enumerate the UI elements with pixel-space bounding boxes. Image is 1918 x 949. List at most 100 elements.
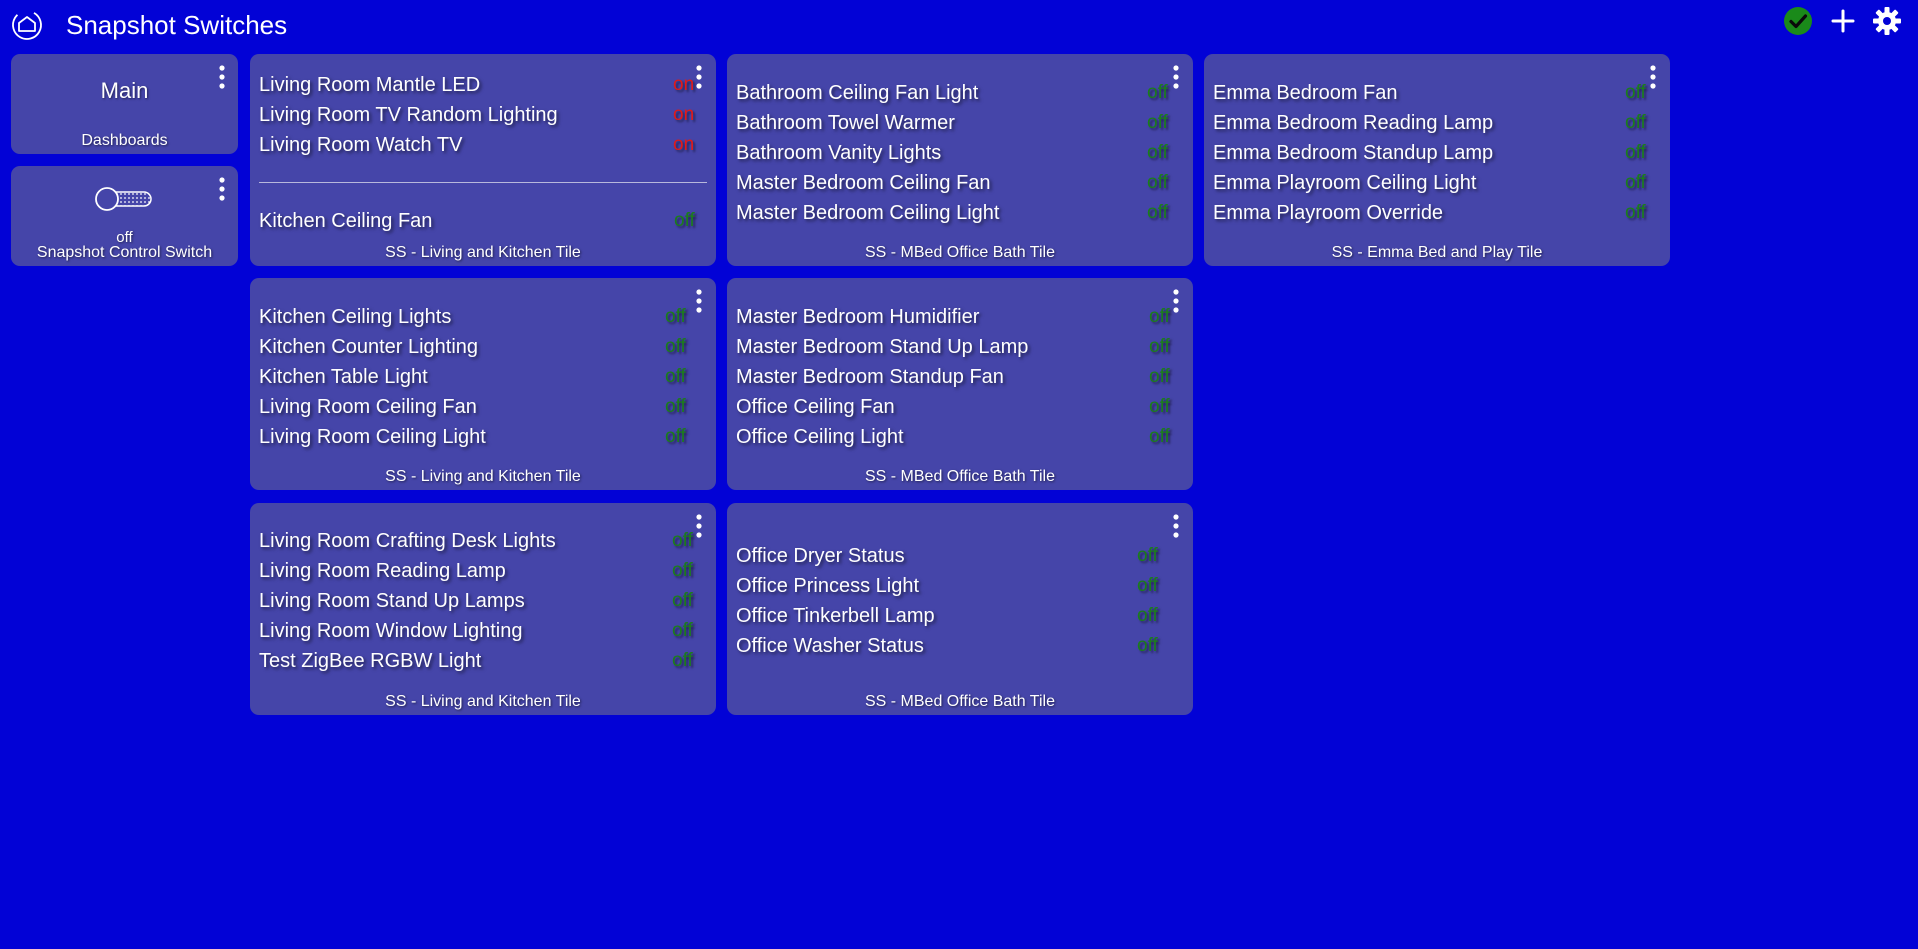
switch-state[interactable]: off: [665, 362, 686, 392]
switch-state[interactable]: off: [1625, 138, 1646, 168]
switch-state[interactable]: off: [665, 422, 686, 452]
switch-row[interactable]: Emma Bedroom Fan off: [1204, 78, 1670, 108]
switch-name: Master Bedroom Ceiling Fan: [736, 172, 991, 194]
switch-state[interactable]: off: [672, 586, 693, 616]
more-vert-icon[interactable]: [1170, 63, 1182, 91]
switch-state[interactable]: off: [672, 646, 693, 676]
switch-row[interactable]: Emma Bedroom Standup Lamp off: [1204, 138, 1670, 168]
switch-row[interactable]: Emma Playroom Ceiling Light off: [1204, 168, 1670, 198]
switch-row[interactable]: Living Room Ceiling Light off: [250, 422, 716, 452]
switch-state[interactable]: off: [672, 616, 693, 646]
toggle-switch-icon[interactable]: [95, 184, 155, 214]
switch-state[interactable]: off: [1625, 108, 1646, 138]
switch-row[interactable]: Office Washer Status off: [727, 631, 1193, 661]
switch-name: Master Bedroom Stand Up Lamp: [736, 336, 1029, 358]
more-vert-icon[interactable]: [1170, 512, 1182, 540]
switch-state[interactable]: off: [1625, 78, 1646, 108]
more-vert-icon[interactable]: [216, 175, 228, 203]
more-vert-icon[interactable]: [216, 63, 228, 91]
switch-row[interactable]: Office Ceiling Fan off: [727, 392, 1193, 422]
switch-state[interactable]: on: [673, 70, 694, 100]
switch-row[interactable]: Master Bedroom Humidifier off: [727, 302, 1193, 332]
switch-tile: Emma Bedroom Fan off Emma Bedroom Reading…: [1204, 54, 1670, 266]
switch-name: Living Room TV Random Lighting: [259, 104, 558, 126]
switch-row[interactable]: Master Bedroom Ceiling Light off: [727, 198, 1193, 228]
switch-row[interactable]: Bathroom Towel Warmer off: [727, 108, 1193, 138]
switch-name: Emma Bedroom Fan: [1213, 82, 1398, 104]
switch-row[interactable]: Living Room TV Random Lighting on: [250, 100, 716, 130]
status-ok-icon[interactable]: [1783, 6, 1813, 36]
more-vert-icon[interactable]: [1170, 287, 1182, 315]
switch-row[interactable]: Office Tinkerbell Lamp off: [727, 601, 1193, 631]
switch-state[interactable]: off: [1147, 138, 1168, 168]
switch-row[interactable]: Living Room Reading Lamp off: [250, 556, 716, 586]
switch-row[interactable]: Kitchen Table Light off: [250, 362, 716, 392]
switch-row[interactable]: Emma Playroom Override off: [1204, 198, 1670, 228]
switch-name: Emma Playroom Ceiling Light: [1213, 172, 1477, 194]
switch-row[interactable]: Kitchen Counter Lighting off: [250, 332, 716, 362]
switch-row[interactable]: Master Bedroom Standup Fan off: [727, 362, 1193, 392]
switch-row[interactable]: Master Bedroom Stand Up Lamp off: [727, 332, 1193, 362]
switch-row[interactable]: Living Room Crafting Desk Lights off: [250, 526, 716, 556]
tile-title: SS - Living and Kitchen Tile: [385, 468, 581, 485]
switch-state[interactable]: off: [665, 392, 686, 422]
switch-row[interactable]: Bathroom Vanity Lights off: [727, 138, 1193, 168]
switch-state[interactable]: off: [672, 556, 693, 586]
switch-row[interactable]: Living Room Ceiling Fan off: [250, 392, 716, 422]
switch-state[interactable]: off: [1149, 302, 1170, 332]
switch-state[interactable]: off: [1137, 631, 1158, 661]
switch-name: Emma Bedroom Standup Lamp: [1213, 142, 1494, 164]
switch-row[interactable]: Office Princess Light off: [727, 571, 1193, 601]
switch-row[interactable]: Living Room Watch TV on: [250, 130, 716, 160]
more-vert-icon[interactable]: [1647, 63, 1659, 91]
switch-state[interactable]: off: [1625, 168, 1646, 198]
switch-name: Office Tinkerbell Lamp: [736, 605, 935, 627]
switch-state[interactable]: on: [673, 130, 694, 160]
more-vert-icon[interactable]: [693, 63, 705, 91]
switch-row[interactable]: Test ZigBee RGBW Light off: [250, 646, 716, 676]
dashboards-tile[interactable]: Main Dashboards: [11, 54, 238, 154]
switch-state[interactable]: off: [672, 526, 693, 556]
switch-row[interactable]: Living Room Mantle LED on: [250, 70, 716, 100]
switch-name: Kitchen Ceiling Lights: [259, 306, 452, 328]
switch-state[interactable]: off: [1137, 541, 1158, 571]
switch-state[interactable]: off: [674, 206, 695, 236]
more-vert-icon[interactable]: [693, 287, 705, 315]
switch-state[interactable]: off: [1147, 108, 1168, 138]
switch-row[interactable]: Bathroom Ceiling Fan Light off: [727, 78, 1193, 108]
switch-row[interactable]: Office Dryer Status off: [727, 541, 1193, 571]
switch-name: Kitchen Counter Lighting: [259, 336, 479, 358]
switch-row[interactable]: Living Room Window Lighting off: [250, 616, 716, 646]
top-bar: Snapshot Switches: [0, 0, 1918, 50]
switch-name: Office Princess Light: [736, 575, 920, 597]
switch-tile: Living Room Crafting Desk Lights off Livi…: [250, 503, 716, 715]
gear-icon[interactable]: [1872, 6, 1902, 36]
switch-state[interactable]: off: [1147, 198, 1168, 228]
switch-state[interactable]: off: [1149, 392, 1170, 422]
switch-state[interactable]: off: [1137, 601, 1158, 631]
switch-state[interactable]: on: [673, 100, 694, 130]
control-switch-tile[interactable]: off Snapshot Control Switch: [11, 166, 238, 266]
switch-row[interactable]: Kitchen Ceiling Lights off: [250, 302, 716, 332]
home-icon[interactable]: [10, 9, 44, 41]
switch-name: Bathroom Ceiling Fan Light: [736, 82, 979, 104]
switch-row[interactable]: Master Bedroom Ceiling Fan off: [727, 168, 1193, 198]
switch-name: Bathroom Towel Warmer: [736, 112, 955, 134]
switch-state[interactable]: off: [665, 302, 686, 332]
switch-state[interactable]: off: [1137, 571, 1158, 601]
switch-state[interactable]: off: [1625, 198, 1646, 228]
switch-row[interactable]: Kitchen Ceiling Fan off: [250, 206, 716, 236]
switch-row[interactable]: Living Room Stand Up Lamps off: [250, 586, 716, 616]
add-icon[interactable]: [1828, 6, 1858, 36]
switch-row[interactable]: Emma Bedroom Reading Lamp off: [1204, 108, 1670, 138]
switch-state[interactable]: off: [665, 332, 686, 362]
switch-state[interactable]: off: [1147, 168, 1168, 198]
switch-name: Living Room Ceiling Light: [259, 426, 486, 448]
switch-row[interactable]: Office Ceiling Light off: [727, 422, 1193, 452]
more-vert-icon[interactable]: [693, 512, 705, 540]
switch-name: Living Room Window Lighting: [259, 620, 523, 642]
switch-state[interactable]: off: [1149, 422, 1170, 452]
switch-state[interactable]: off: [1147, 78, 1168, 108]
switch-state[interactable]: off: [1149, 332, 1170, 362]
switch-state[interactable]: off: [1149, 362, 1170, 392]
